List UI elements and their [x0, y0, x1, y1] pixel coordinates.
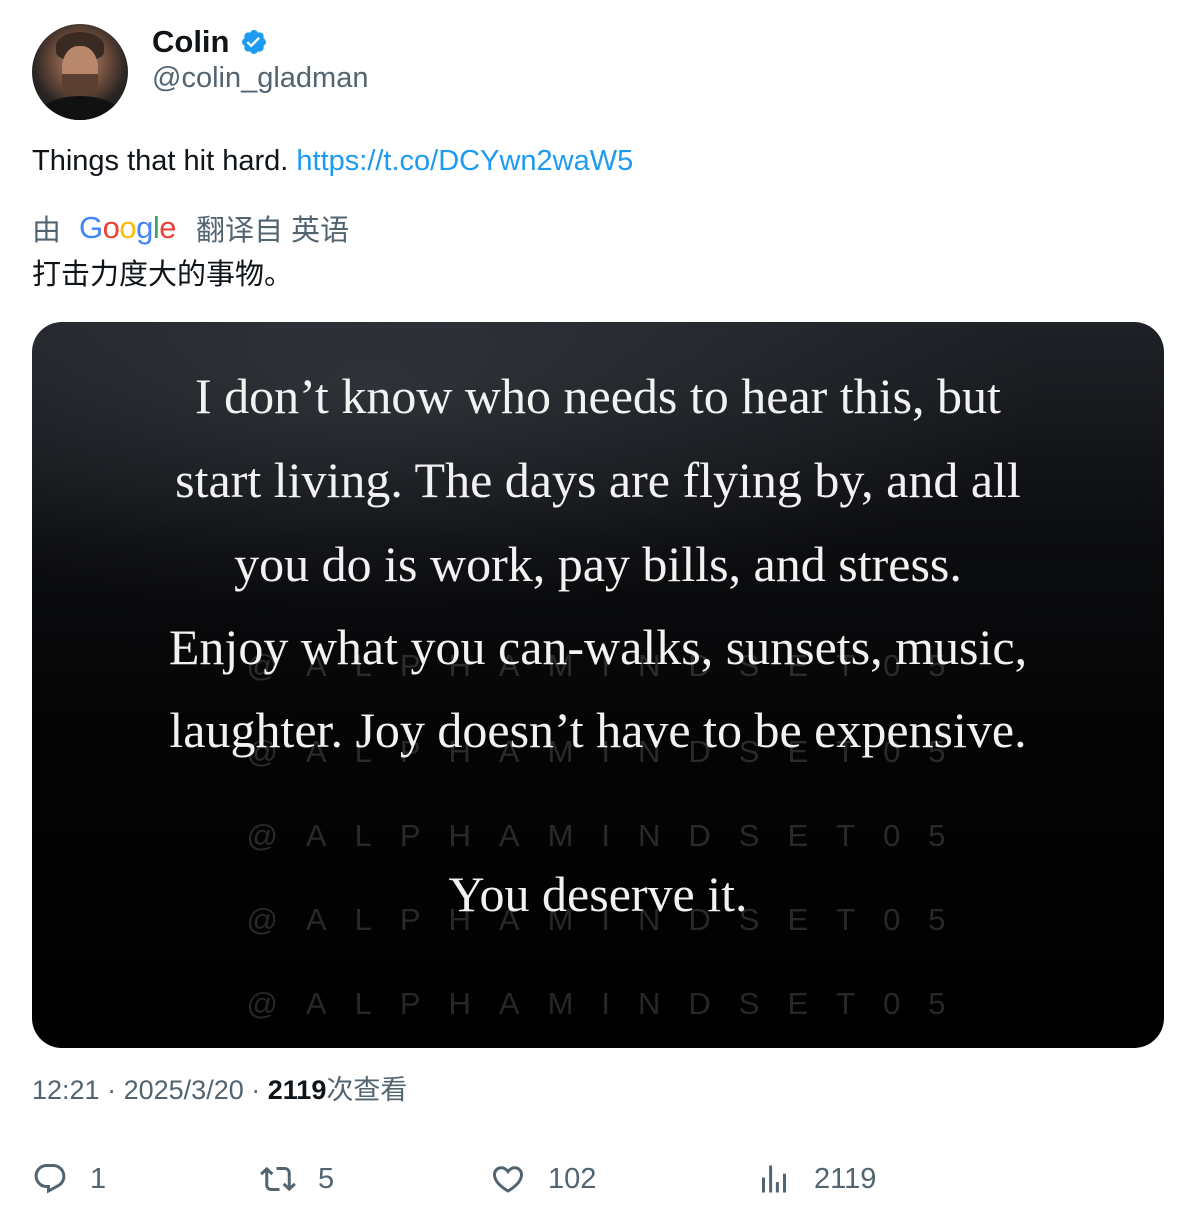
- views-icon: [762, 1165, 786, 1193]
- quote-line: start living. The days are flying by, an…: [175, 452, 1021, 508]
- watermark: @ALPHAMINDSET05: [246, 986, 974, 1021]
- meta-separator: ·: [251, 1075, 261, 1105]
- like-icon: [492, 1166, 524, 1193]
- quote-line: laughter. Joy doesn’t have to be expensi…: [169, 702, 1027, 758]
- quote-line: You deserve it.: [448, 866, 748, 922]
- author-handle[interactable]: @colin_gladman: [152, 62, 368, 95]
- quote-line: I don’t know who needs to hear this, but: [195, 368, 1001, 424]
- reply-icon: [34, 1164, 66, 1194]
- translation-suffix[interactable]: 翻译自 英语: [196, 207, 349, 249]
- reply-button[interactable]: 1: [32, 1154, 106, 1204]
- retweet-count: 5: [318, 1162, 335, 1195]
- reply-count: 1: [90, 1162, 107, 1195]
- views-label: 次查看: [326, 1075, 408, 1105]
- tweet-link[interactable]: https://t.co/DCYwn2waW5: [296, 145, 633, 177]
- quote-line: Enjoy what you can-walks, sunsets, music…: [168, 619, 1028, 675]
- views-button[interactable]: 2119: [756, 1154, 876, 1204]
- author-name-row: Colin: [152, 22, 268, 62]
- tweet-meta: 12:21 · 2025/3/20 · 2119次查看: [32, 1070, 407, 1110]
- views-count: 2119: [267, 1075, 327, 1105]
- translation-attribution: 由 Google 翻译自 英语: [32, 206, 349, 250]
- watermark: @ALPHAMINDSET05: [246, 818, 974, 853]
- avatar[interactable]: [32, 24, 128, 120]
- tweet-time[interactable]: 12:21: [32, 1075, 100, 1105]
- retweet-icon: [260, 1166, 296, 1192]
- quote-line: you do is work, pay bills, and stress.: [234, 536, 962, 592]
- meta-separator: ·: [107, 1075, 117, 1105]
- tweet-date[interactable]: 2025/3/20: [124, 1075, 244, 1105]
- like-count: 102: [548, 1162, 597, 1195]
- translation-prefix: 由: [32, 215, 62, 247]
- like-button[interactable]: 102: [490, 1154, 596, 1204]
- google-logo: Google: [79, 210, 177, 245]
- views-action-count: 2119: [814, 1162, 877, 1195]
- tweet-text: Things that hit hard. https://t.co/DCYwn…: [32, 140, 633, 182]
- verified-badge-icon[interactable]: [240, 28, 268, 56]
- retweet-button[interactable]: 5: [260, 1154, 334, 1204]
- tweet-media-image[interactable]: @ALPHAMINDSET05 @ALPHAMINDSET05 @ALPHAMI…: [32, 322, 1164, 1048]
- translated-text: 打击力度大的事物。: [32, 259, 294, 291]
- tweet-body: Things that hit hard.: [32, 145, 289, 177]
- author-display-name[interactable]: Colin: [152, 24, 230, 60]
- action-bar: 1 5 102 2119: [0, 1154, 1196, 1204]
